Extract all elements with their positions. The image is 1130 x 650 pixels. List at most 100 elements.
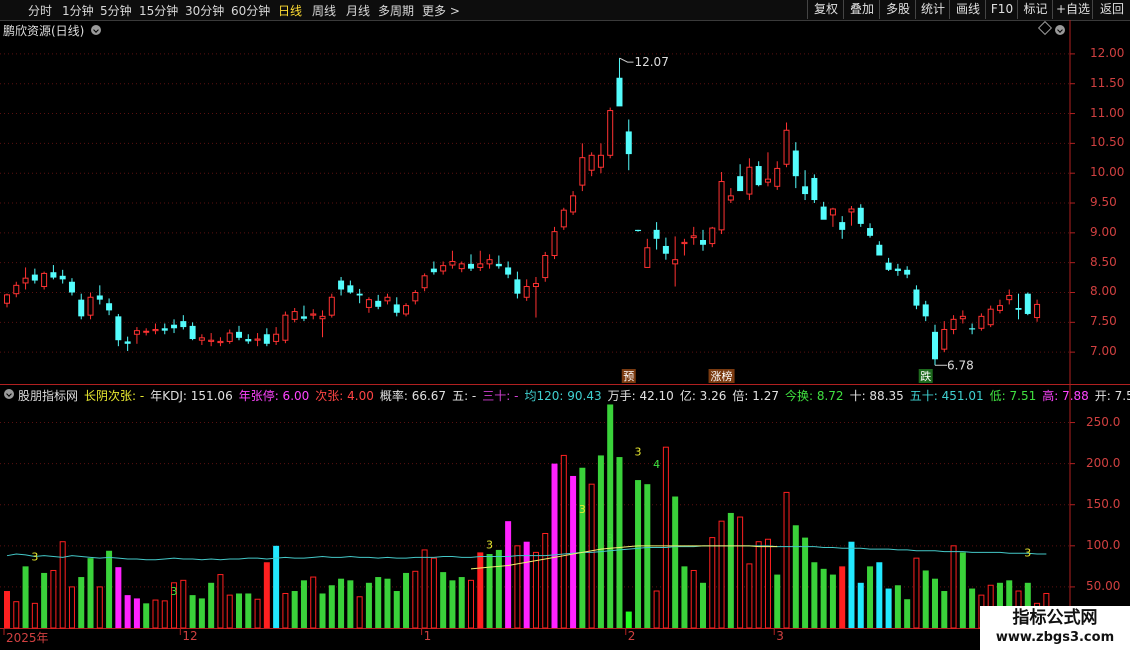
volume-bar bbox=[811, 562, 818, 628]
volume-bar bbox=[820, 568, 827, 628]
candle bbox=[356, 288, 363, 304]
candle bbox=[328, 293, 335, 318]
candle bbox=[987, 305, 994, 328]
indicator-value-0: 长阴次张: - bbox=[84, 389, 145, 403]
candle-body bbox=[857, 207, 864, 224]
candle bbox=[746, 158, 753, 201]
candle bbox=[22, 267, 29, 290]
candle-body bbox=[236, 331, 242, 338]
volume-bar-body bbox=[41, 572, 48, 628]
watermark-url: www.zbgs3.com bbox=[995, 630, 1115, 645]
volume-bar-body bbox=[403, 572, 410, 628]
volume-bar bbox=[607, 404, 614, 628]
candle bbox=[996, 299, 1003, 314]
candle-body bbox=[143, 330, 150, 333]
candle bbox=[588, 152, 595, 177]
volume-bar-body bbox=[347, 580, 354, 628]
indicator-title[interactable]: 股朋指标网 bbox=[18, 387, 78, 404]
candle-body bbox=[226, 332, 233, 342]
volume-bar-body bbox=[885, 588, 892, 628]
candle bbox=[208, 333, 215, 347]
candle-body bbox=[941, 328, 948, 350]
volume-bar-body bbox=[709, 537, 716, 629]
candle-body bbox=[347, 285, 354, 293]
indicator-value-7: 均120: 90.43 bbox=[524, 389, 602, 403]
signal-marker-text: 预 bbox=[623, 370, 634, 383]
candle-body bbox=[291, 311, 298, 320]
volume-bar bbox=[848, 541, 855, 628]
candle-body bbox=[820, 206, 827, 220]
candle bbox=[820, 201, 827, 220]
volume-bar bbox=[180, 579, 187, 629]
volume-bar-body bbox=[950, 545, 957, 629]
volume-bar bbox=[217, 574, 224, 629]
volume-bar bbox=[653, 590, 660, 629]
volume-bar-body bbox=[597, 455, 604, 628]
volume-bar-body bbox=[189, 595, 196, 628]
candle bbox=[913, 285, 920, 310]
candle bbox=[161, 323, 168, 335]
volume-bar-body bbox=[894, 585, 901, 628]
candle-body bbox=[588, 154, 595, 171]
volume-bar-body bbox=[542, 532, 549, 629]
volume-bar-body bbox=[570, 475, 577, 628]
volume-bar-body bbox=[375, 577, 382, 628]
signal-marker-2: 跌 bbox=[918, 369, 933, 383]
candle bbox=[375, 294, 382, 310]
volume-bar-body bbox=[495, 549, 502, 628]
volume-bar bbox=[746, 563, 753, 629]
candle bbox=[894, 263, 901, 276]
candle bbox=[365, 297, 372, 313]
candle-body bbox=[486, 259, 493, 265]
candle-body bbox=[616, 77, 623, 107]
candle bbox=[950, 315, 957, 335]
candle-body bbox=[802, 186, 809, 195]
candle bbox=[625, 119, 632, 171]
price-label: 11.50 bbox=[1090, 75, 1125, 90]
candle-body bbox=[718, 181, 725, 231]
candle-body bbox=[59, 275, 66, 280]
volume-bar bbox=[41, 572, 48, 628]
candle-body bbox=[876, 244, 883, 256]
candle-body bbox=[87, 296, 94, 316]
volume-bar-body bbox=[13, 601, 20, 629]
candle-body bbox=[430, 268, 437, 273]
candle-body bbox=[848, 208, 855, 213]
volume-bar bbox=[365, 582, 372, 628]
volume-bar bbox=[189, 595, 196, 628]
candle-body bbox=[356, 293, 363, 296]
candle bbox=[403, 303, 410, 317]
candle bbox=[690, 226, 697, 245]
stock-chart[interactable]: 12.076.78预 涨榜 跌33333343 bbox=[0, 0, 1130, 650]
volume-bar-body bbox=[505, 521, 512, 628]
volume-bar-body bbox=[31, 602, 38, 629]
volume-bar-body bbox=[180, 579, 187, 629]
candle-body bbox=[690, 235, 697, 239]
candle-body bbox=[755, 166, 762, 186]
candle-body bbox=[338, 280, 345, 290]
volume-bar-body bbox=[792, 525, 799, 628]
candle bbox=[876, 241, 883, 256]
candle bbox=[96, 285, 103, 305]
volume-bar bbox=[161, 600, 168, 629]
indicator-menu-icon[interactable] bbox=[4, 389, 14, 399]
candle bbox=[681, 238, 688, 256]
candle-body bbox=[987, 308, 994, 326]
candle bbox=[1006, 289, 1013, 305]
candle bbox=[106, 298, 113, 316]
volume-bar bbox=[319, 593, 326, 628]
candle-body bbox=[1024, 293, 1031, 314]
volume-bar-body bbox=[217, 574, 224, 629]
indicator-value-5: 五: - bbox=[452, 389, 477, 403]
candle bbox=[653, 222, 660, 250]
candle-body bbox=[50, 272, 57, 278]
candle-body bbox=[282, 314, 289, 341]
volume-bar bbox=[885, 588, 892, 628]
candle bbox=[495, 255, 502, 269]
candle-body bbox=[198, 337, 205, 341]
volume-bar bbox=[430, 557, 437, 629]
volume-bar bbox=[904, 599, 911, 628]
volume-bar-body bbox=[319, 593, 326, 628]
volume-bar-body bbox=[690, 569, 697, 629]
volume-bar bbox=[347, 580, 354, 628]
